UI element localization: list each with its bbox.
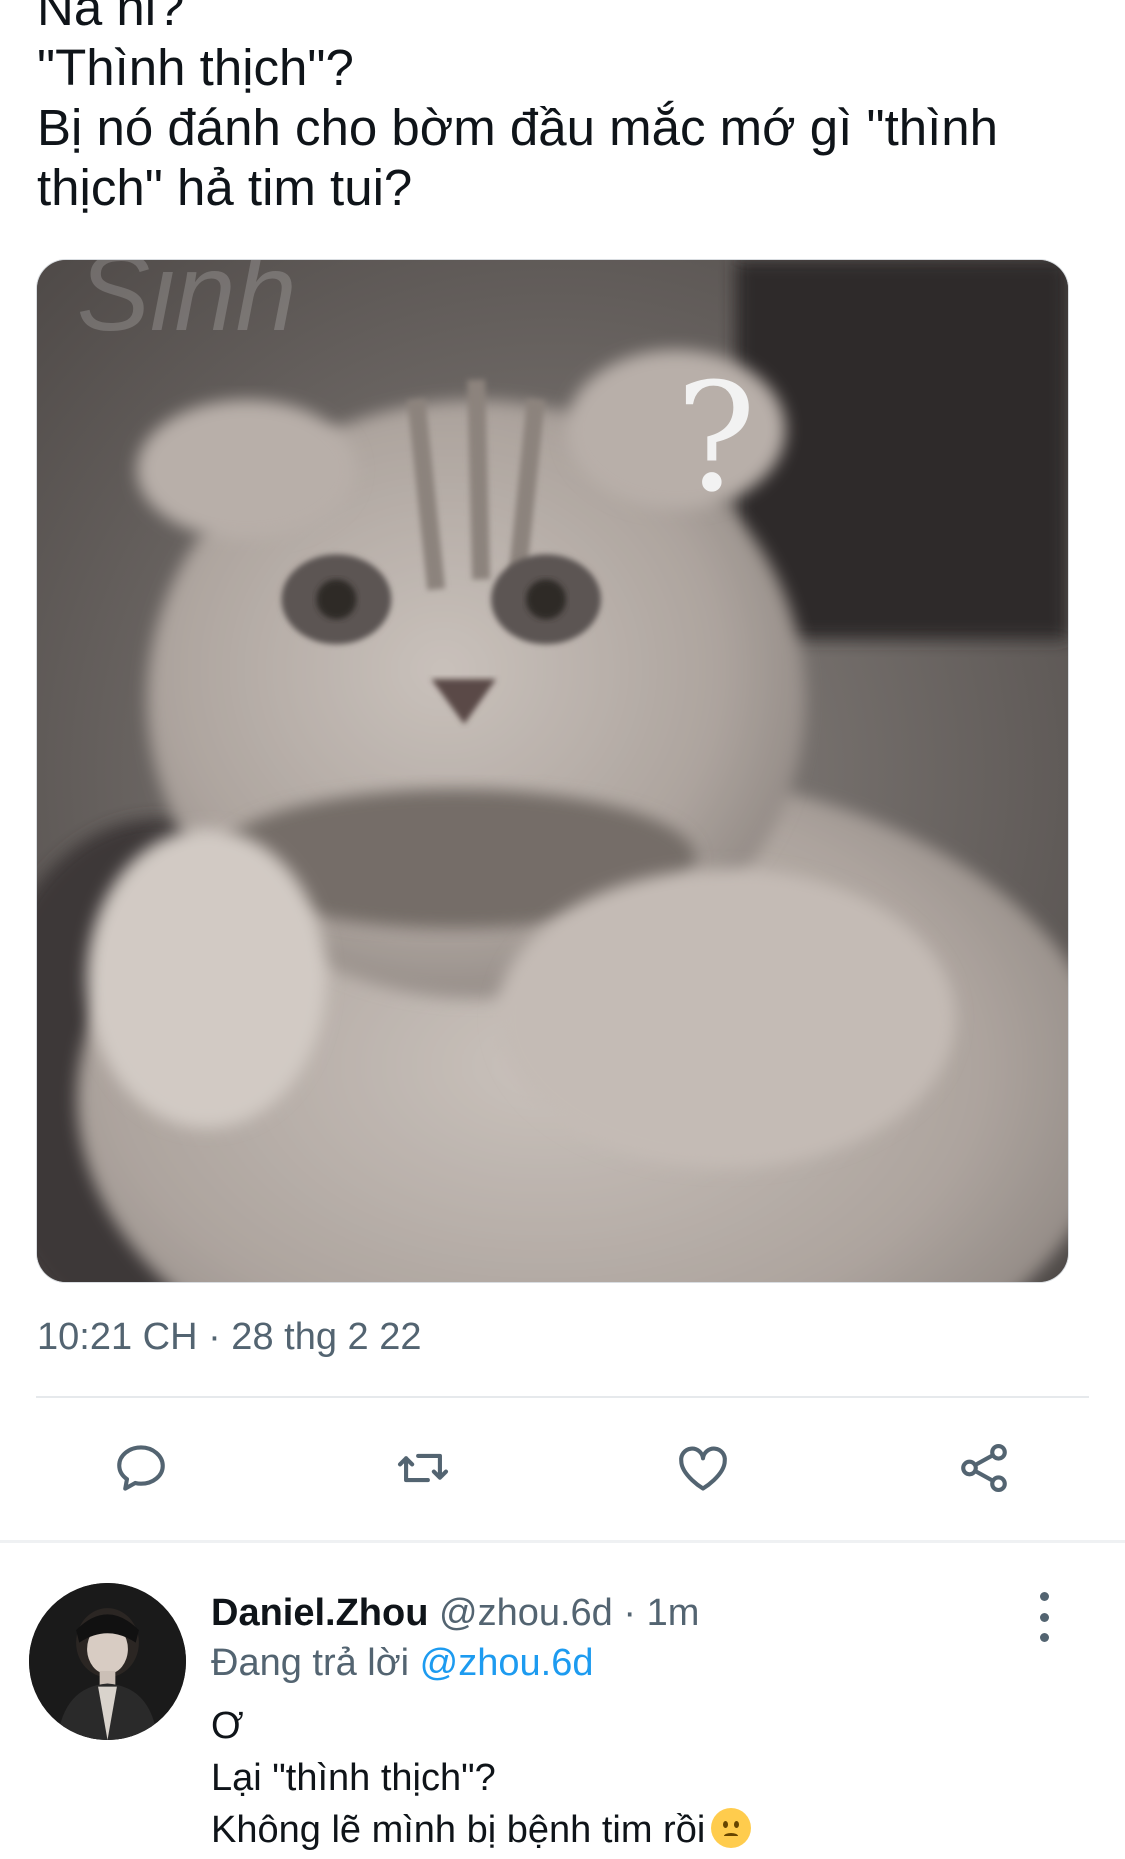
more-dot-icon — [1039, 1612, 1049, 1622]
worried-face-emoji-icon — [711, 1808, 752, 1848]
tweet-line: Na ni? — [37, 0, 185, 36]
heart-icon — [679, 1446, 727, 1491]
tweet-line: thịch" hả tim tui? — [37, 159, 413, 216]
replying-label: Đang trả lời — [211, 1642, 410, 1684]
author-handle-time: @zhou.6d · 1m — [439, 1592, 700, 1634]
more-dot-icon — [1039, 1633, 1049, 1642]
avatar[interactable] — [29, 1583, 186, 1740]
tweet-line: "Thình thịch"? — [37, 39, 354, 96]
share-button[interactable] — [954, 1438, 1014, 1498]
reply-line: Ơ — [211, 1705, 244, 1747]
tweet-text: Na ni? "Thình thịch"? Bị nó đánh cho bờm… — [37, 0, 1097, 218]
more-options-button[interactable] — [1030, 1592, 1058, 1642]
reply-bubble-icon — [117, 1445, 165, 1491]
tweet-media-image[interactable]: Sinh ? — [36, 259, 1069, 1283]
avatar-photo — [29, 1583, 186, 1740]
replying-mention-link[interactable]: @zhou.6d — [420, 1642, 594, 1684]
replying-to: Đang trả lời @zhou.6d — [211, 1642, 593, 1685]
share-icon — [961, 1443, 1007, 1493]
reply-button[interactable] — [111, 1438, 171, 1498]
question-mark-overlay: ? — [676, 352, 756, 526]
divider — [36, 1396, 1089, 1398]
section-divider — [0, 1540, 1125, 1543]
retweet-button[interactable] — [393, 1438, 453, 1498]
media-watermark: Sinh — [77, 260, 297, 354]
reply-line: Không lẽ mình bị bệnh tim rồi — [211, 1804, 752, 1856]
tweet-line: Bị nó đánh cho bờm đầu mắc mớ gì "thình — [37, 99, 999, 156]
cat-photo: Sinh ? — [37, 260, 1068, 1282]
more-dot-icon — [1039, 1592, 1049, 1601]
tweet-timestamp[interactable]: 10:21 CH · 28 thg 2 22 — [37, 1316, 421, 1359]
retweet-icon — [397, 1453, 449, 1483]
author-name[interactable]: Daniel.Zhou — [211, 1592, 428, 1634]
reply-line-text: Không lẽ mình bị bệnh tim rồi — [211, 1809, 706, 1851]
reply-text: Ơ Lại "thình thịch"? Không lẽ mình bị bệ… — [211, 1700, 752, 1856]
reply-header: Daniel.Zhou @zhou.6d · 1m — [211, 1592, 699, 1635]
reply-line: Lại "thình thịch"? — [211, 1757, 496, 1799]
like-button[interactable] — [673, 1438, 733, 1498]
